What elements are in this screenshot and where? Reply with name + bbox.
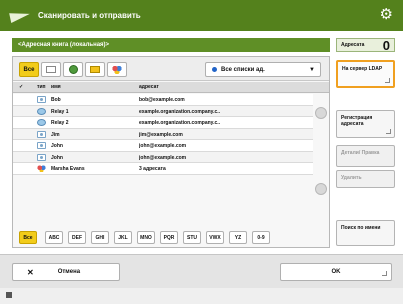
- list-scrollbar[interactable]: [315, 95, 327, 205]
- network-icon: [68, 65, 78, 74]
- destination-count-value: 0: [382, 38, 390, 53]
- row-name: John: [51, 143, 63, 149]
- close-icon: ✕: [27, 267, 34, 277]
- letter-tab-stu[interactable]: STU: [183, 231, 201, 244]
- row-address: john@example.com: [139, 143, 187, 149]
- letter-tab-abc[interactable]: ABC: [45, 231, 63, 244]
- column-address-header[interactable]: адресат: [139, 84, 159, 90]
- person-icon: [37, 142, 46, 149]
- address-book-label: <Адресная книга (локальная)>: [12, 38, 330, 52]
- row-name: Marsha Evans: [51, 166, 85, 172]
- corner-arrow-icon: [382, 271, 387, 276]
- letter-tab-vwx[interactable]: VWX: [206, 231, 224, 244]
- send-arrow-icon: [10, 8, 32, 24]
- filter-toolbar: Все Все списки ад. ▼: [13, 57, 329, 81]
- letter-tab-jkl[interactable]: JKL: [114, 231, 132, 244]
- row-name: Relay 1: [51, 108, 69, 115]
- table-row[interactable]: Bob bob@example.com: [13, 94, 313, 106]
- row-address: example.organization.company.c..: [139, 108, 221, 115]
- scroll-up-button[interactable]: [315, 107, 327, 119]
- filter-all-button[interactable]: Все: [19, 62, 39, 77]
- ldap-server-label: На сервер LDAP: [342, 66, 383, 72]
- search-by-name-button[interactable]: Поиск по имени: [336, 220, 395, 246]
- corner-arrow-icon: [385, 78, 390, 83]
- network-filter-button[interactable]: [63, 62, 83, 77]
- search-by-name-label: Поиск по имени: [341, 225, 381, 231]
- row-address: jim@example.com: [139, 131, 183, 138]
- address-list-select[interactable]: Все списки ад. ▼: [205, 62, 321, 77]
- chevron-down-icon: ▼: [309, 67, 315, 73]
- row-address: 3 адресата: [139, 166, 166, 172]
- group-icon: [112, 65, 122, 74]
- row-name: Relay 2: [51, 120, 69, 126]
- row-name: Bob: [51, 97, 61, 103]
- row-address: bob@example.com: [139, 97, 185, 103]
- email-filter-button[interactable]: [41, 62, 61, 77]
- register-destination-label: Регистрация адресата: [341, 115, 373, 127]
- destination-count-box: Адресата 0: [336, 38, 395, 53]
- list-header: ✓ тип имя адресат: [13, 82, 329, 93]
- register-destination-button[interactable]: Регистрация адресата: [336, 110, 395, 138]
- cancel-label: Отмена: [57, 269, 81, 275]
- letter-tab-digits[interactable]: 0-9: [252, 231, 270, 244]
- letter-tab-mno[interactable]: MNO: [137, 231, 155, 244]
- table-row[interactable]: Relay 2 example.organization.company.c..: [13, 117, 313, 129]
- bottom-bar: ✕ Отмена OK: [0, 254, 403, 288]
- column-type-header[interactable]: тип: [37, 84, 46, 90]
- corner-arrow-icon: [386, 129, 391, 134]
- header-bar: Сканировать и отправить ⚙: [0, 0, 403, 31]
- address-list-select-value: Все списки ад.: [221, 66, 265, 73]
- letter-tab-yz[interactable]: YZ: [229, 231, 247, 244]
- destination-count-label: Адресата: [341, 42, 365, 48]
- table-row[interactable]: Marsha Evans 3 адресата: [13, 163, 313, 175]
- email-icon: [46, 66, 56, 73]
- row-address: example.organization.company.c..: [139, 120, 221, 126]
- multi-icon: [37, 165, 46, 172]
- group-icon: [37, 119, 46, 126]
- table-row[interactable]: John john@example.com: [13, 151, 313, 163]
- folder-filter-button[interactable]: [85, 62, 105, 77]
- status-bar: [0, 288, 403, 304]
- letter-tab-all[interactable]: Все: [19, 231, 37, 244]
- table-row[interactable]: John john@example.com: [13, 140, 313, 152]
- letter-tab-ghi[interactable]: GHI: [91, 231, 109, 244]
- details-edit-label: Детали/ Правка: [341, 150, 380, 156]
- group-filter-button[interactable]: [107, 62, 127, 77]
- row-name: Jim: [51, 131, 60, 138]
- details-edit-button[interactable]: Детали/ Правка: [336, 145, 395, 167]
- address-list-panel: Все Все списки ад. ▼ ✓ тип имя адресат B…: [12, 56, 330, 248]
- address-rows: Bob bob@example.com Relay 1 example.orga…: [13, 94, 313, 175]
- alphabet-index: Все ABC DEF GHI JKL MNO PQR STU VWX YZ 0…: [13, 229, 329, 247]
- person-icon: [37, 130, 46, 138]
- ok-label: OK: [331, 269, 341, 275]
- delete-button[interactable]: Удалить: [336, 170, 395, 188]
- gear-icon[interactable]: ⚙: [380, 7, 393, 22]
- letter-tab-pqr[interactable]: PQR: [160, 231, 178, 244]
- person-icon: [37, 96, 46, 103]
- folder-icon: [90, 66, 100, 73]
- row-address: john@example.com: [139, 154, 187, 161]
- group-icon: [37, 107, 46, 115]
- ok-button[interactable]: OK: [280, 263, 392, 281]
- page-title: Сканировать и отправить: [38, 11, 141, 20]
- scroll-down-button[interactable]: [315, 183, 327, 195]
- table-row[interactable]: Relay 1 example.organization.company.c..: [13, 105, 313, 117]
- row-name: John: [51, 154, 63, 161]
- column-check-icon[interactable]: ✓: [19, 84, 23, 90]
- list-dot-icon: [212, 67, 217, 72]
- table-row[interactable]: Jim jim@example.com: [13, 128, 313, 140]
- person-icon: [37, 153, 46, 161]
- cancel-button[interactable]: ✕ Отмена: [12, 263, 120, 281]
- letter-tab-def[interactable]: DEF: [68, 231, 86, 244]
- delete-label: Удалить: [341, 175, 362, 181]
- column-name-header[interactable]: имя: [51, 84, 61, 90]
- ldap-server-button[interactable]: На сервер LDAP: [336, 60, 395, 88]
- status-monitor-icon[interactable]: [6, 292, 12, 298]
